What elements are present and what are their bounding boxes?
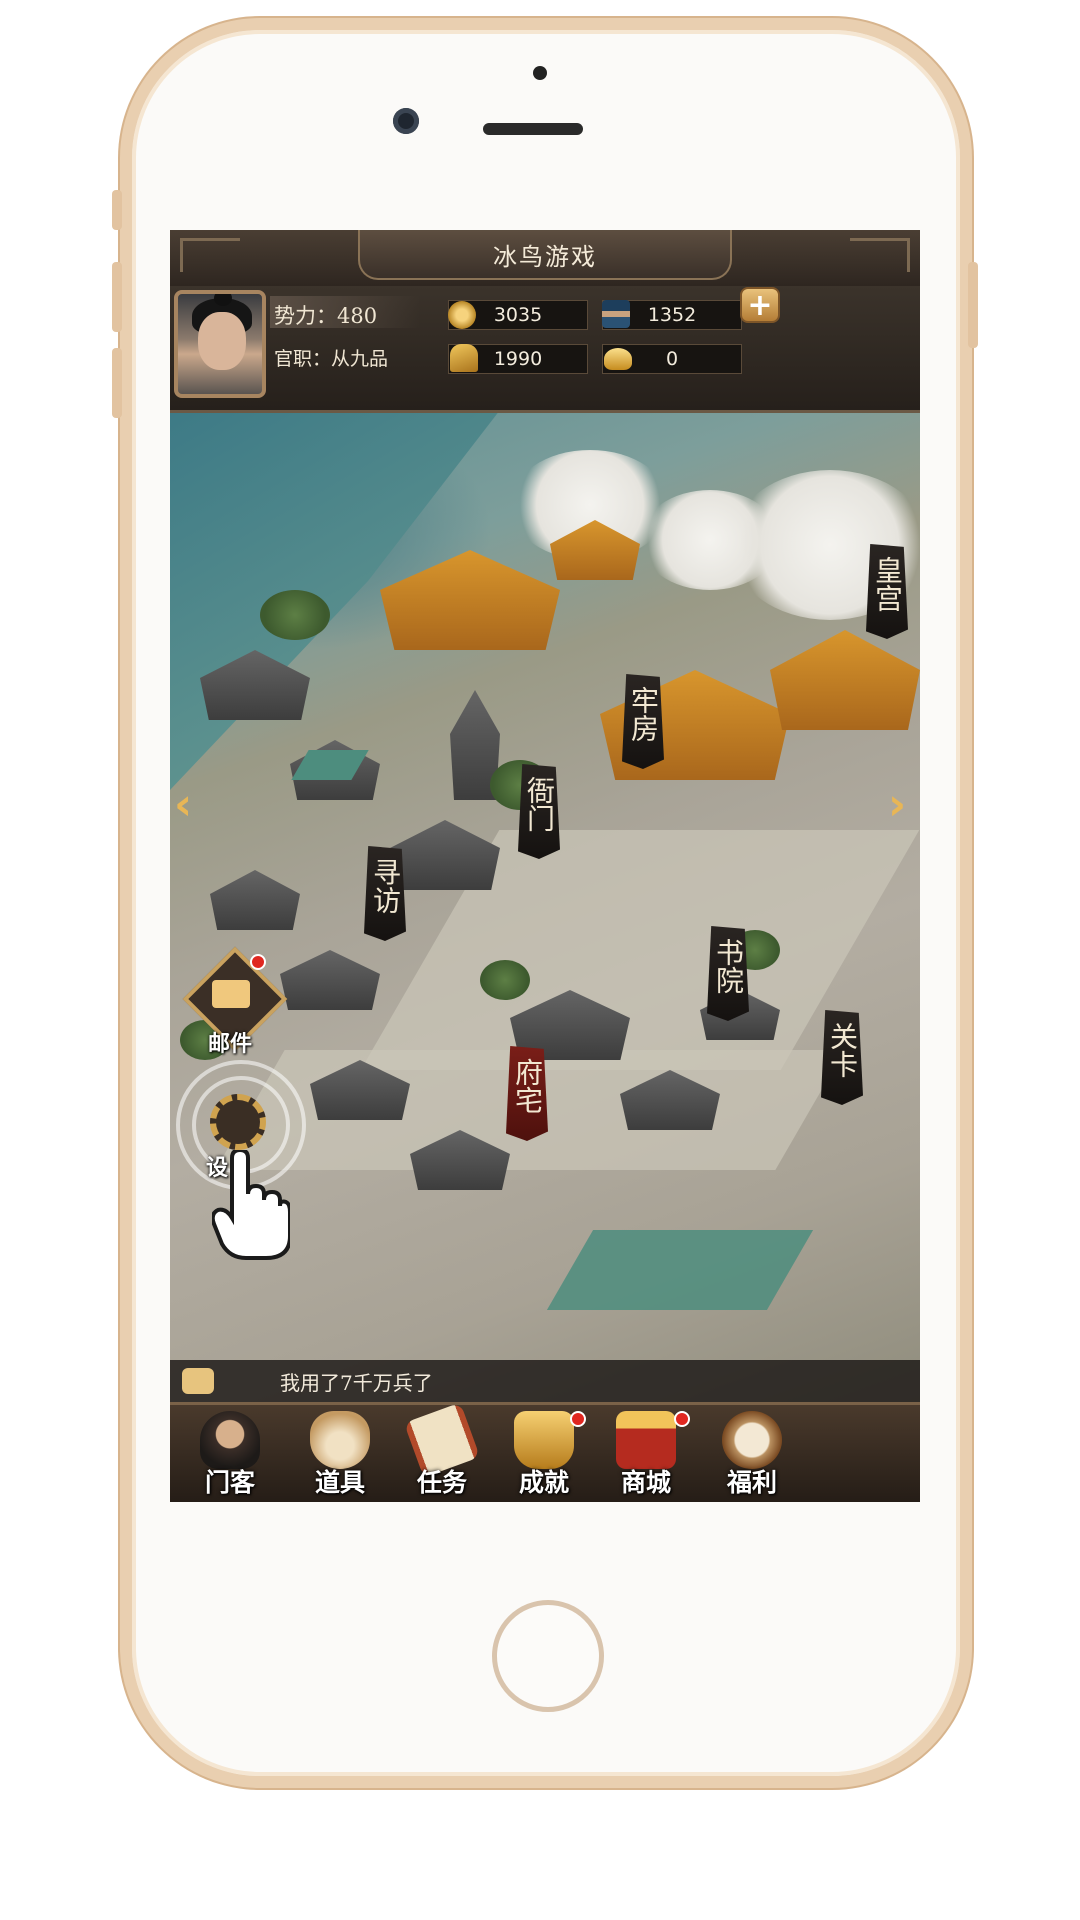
tab-benefits[interactable]: 福利 [700,1405,804,1505]
plus-icon: + [747,287,773,323]
place-label: 关卡 [826,1022,859,1078]
trophy-icon [514,1411,574,1469]
phone-volume-down [112,348,122,418]
pointer-hand-icon [212,1150,290,1260]
coin-icon [448,301,476,329]
home-button[interactable] [492,1600,604,1712]
building-roof [390,820,500,890]
shop-badge [674,1411,690,1427]
envelope-icon[interactable] [212,980,250,1008]
phone-power-button [968,262,978,348]
retainer-icon [200,1411,260,1469]
player-status-bar: 势力：480 官职：从九品 3035 1352 1990 0 [170,286,920,413]
pond [546,1230,814,1310]
rank-value: 官职：从九品 [274,348,389,370]
mail-label[interactable]: 邮件 [208,1026,252,1058]
place-label: 皇宫 [871,556,904,612]
phone-side-button [112,190,122,230]
scroll-right-arrow-icon[interactable]: › [888,780,914,830]
map-label-mansion[interactable]: 府宅 [506,1046,548,1141]
add-gold-button[interactable]: + [740,287,780,323]
palace-roof [380,550,560,650]
ornament-left [180,238,240,272]
tab-label: 商城 [620,1468,671,1497]
place-label: 牢房 [627,686,660,742]
player-avatar[interactable] [174,290,266,398]
grain-icon [450,344,478,372]
scroll-left-arrow-icon[interactable]: ‹ [174,780,200,830]
map-label-academy[interactable]: 书院 [707,926,749,1021]
city-map[interactable]: 皇宫 牢房 衙门 寻访 书院 关卡 府宅 ‹ › [170,410,920,1410]
tab-label: 福利 [726,1468,777,1497]
map-label-prison[interactable]: 牢房 [622,674,664,769]
palace-roof [770,630,920,730]
avatar-bun [214,294,232,306]
building-roof [280,950,380,1010]
chat-bubble-icon [182,1368,214,1394]
tab-label: 道具 [314,1468,365,1497]
coins-value: 3035 [493,304,543,326]
place-label: 衙门 [523,776,556,832]
mail-badge [250,954,266,970]
phone-speaker [483,123,583,135]
gold-ingot-icon [604,348,632,370]
grain-value: 1990 [493,348,543,370]
place-label: 书院 [712,938,745,994]
tab-quests[interactable]: 任务 [390,1402,494,1505]
building-roof [210,870,300,930]
item-bag-icon [310,1411,370,1469]
title-plate: 冰鸟游戏 [358,230,732,280]
tree [260,590,330,640]
tab-shop[interactable]: 商城 [594,1405,698,1505]
map-label-visit[interactable]: 寻访 [364,846,406,941]
tab-items[interactable]: 道具 [288,1405,392,1505]
drum-icon [722,1411,782,1469]
bottom-nav: 门客 道具 任务 成就 商城 福利 [170,1402,920,1505]
soldiers-value: 1352 [647,304,697,326]
soldier-icon [602,300,630,328]
place-label: 府宅 [511,1058,544,1114]
map-label-yamen[interactable]: 衙门 [518,764,560,859]
place-label: 寻访 [369,858,402,914]
screen-bottom-edge [170,1502,920,1570]
title-bar: 冰鸟游戏 [170,230,920,288]
tab-label: 门客 [204,1468,255,1497]
tab-achievements[interactable]: 成就 [492,1405,596,1505]
gold-value: 0 [665,348,679,370]
phone-volume-up [112,262,122,332]
ornament-right [850,238,910,272]
map-label-palace[interactable]: 皇宫 [866,544,908,639]
game-screen: 皇宫 牢房 衙门 寻访 书院 关卡 府宅 ‹ › 冰鸟游戏 势力：480 官职：… [170,230,920,1570]
front-camera-icon [393,108,419,134]
map-label-checkpoint[interactable]: 关卡 [821,1010,863,1105]
settings-gear-icon[interactable] [210,1094,266,1150]
avatar-face [198,312,246,370]
power-value: 势力：480 [274,304,378,328]
shop-icon [616,1411,676,1469]
world-chat-bar[interactable]: 我用了7千万兵了 [170,1360,920,1402]
achievements-badge [570,1411,586,1427]
tree [480,960,530,1000]
tab-retainers[interactable]: 门客 [178,1405,282,1505]
phone-sensor [533,66,547,80]
chat-message: 我用了7千万兵了 [280,1371,433,1395]
tab-label: 成就 [518,1468,569,1497]
tab-label: 任务 [416,1468,467,1497]
game-title: 冰鸟游戏 [493,242,597,271]
